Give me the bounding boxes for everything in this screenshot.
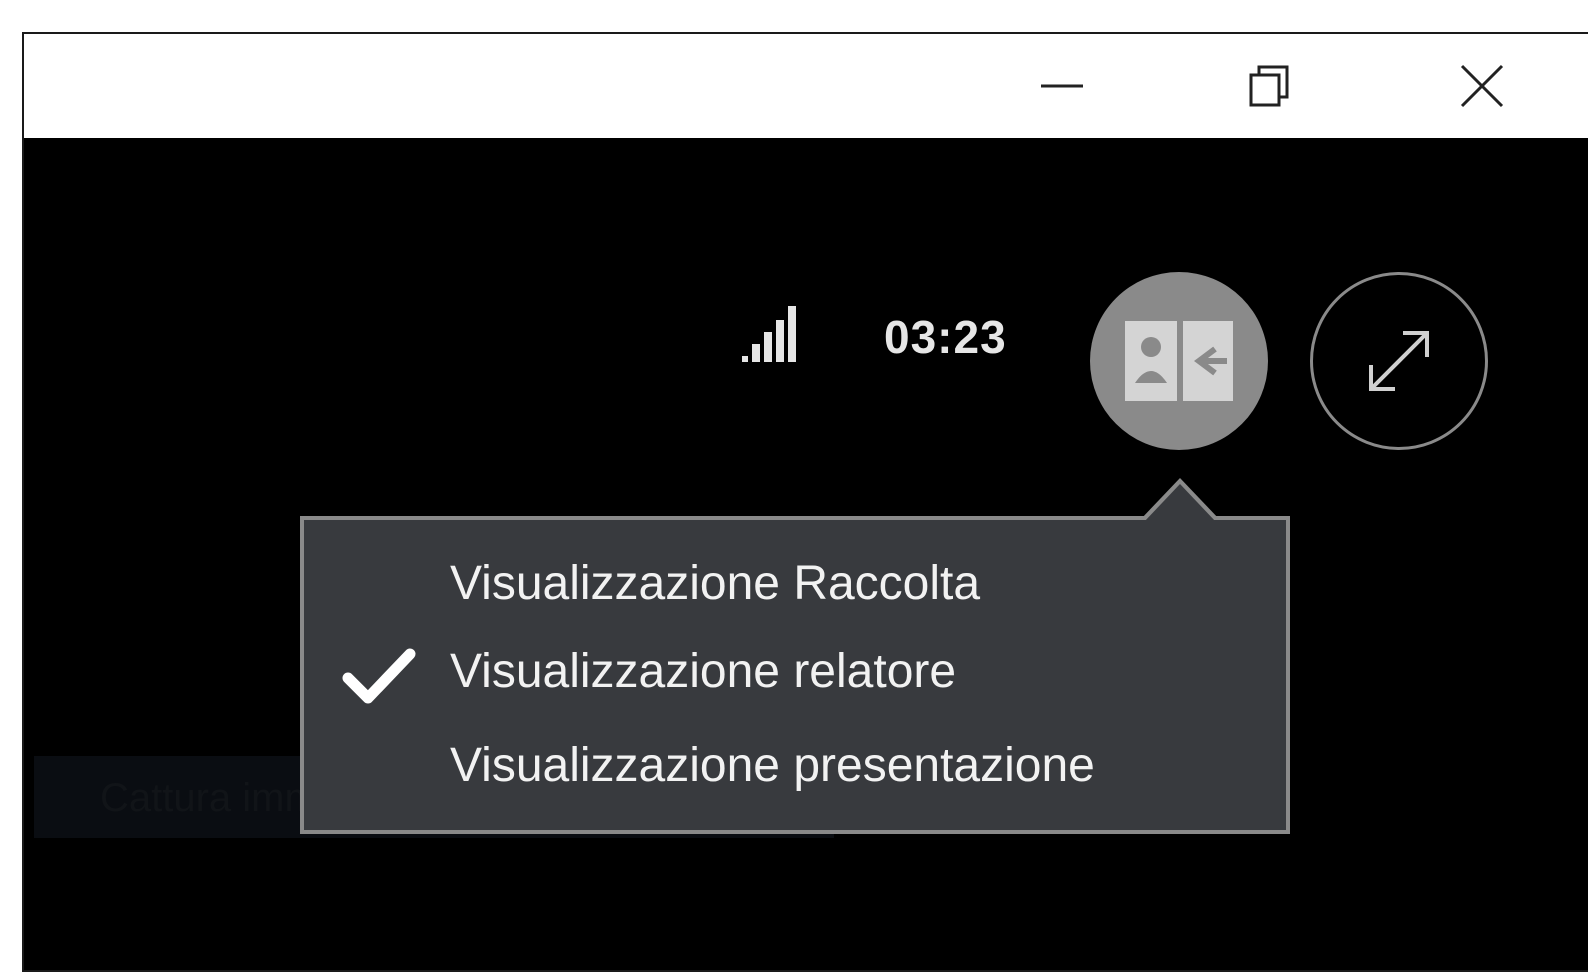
signal-strength-icon [742,306,796,362]
call-timer: 03:23 [884,311,1007,363]
restore-icon [1249,65,1289,107]
menu-item-label: Visualizzazione relatore [450,645,957,698]
checkmark-icon [342,648,416,704]
fullscreen-button[interactable] [1310,272,1488,450]
menu-item-label: Visualizzazione Raccolta [450,557,981,610]
menu-item-gallery-view[interactable]: Visualizzazione Raccolta [304,540,1286,628]
title-bar [24,34,1588,138]
minimize-icon [1041,84,1083,88]
close-icon [1460,64,1504,108]
close-button[interactable] [1432,44,1532,128]
menu-item-label: Visualizzazione presentazione [450,739,1095,792]
layout-button[interactable] [1090,272,1268,450]
presenter-layout-icon [1125,321,1233,401]
meeting-stage: Cattura immagine 03:23 Visualizzazione R… [24,138,1588,970]
menu-pointer-fill [1144,484,1216,522]
minimize-button[interactable] [1012,44,1112,128]
menu-item-presentation-view[interactable]: Visualizzazione presentazione [304,722,1286,810]
layout-menu: Visualizzazione Raccolta Visualizzazione… [300,516,1290,834]
restore-button[interactable] [1220,44,1320,128]
app-window: Cattura immagine 03:23 Visualizzazione R… [22,32,1588,972]
menu-item-speaker-view[interactable]: Visualizzazione relatore [304,628,1286,716]
expand-icon [1369,331,1429,391]
